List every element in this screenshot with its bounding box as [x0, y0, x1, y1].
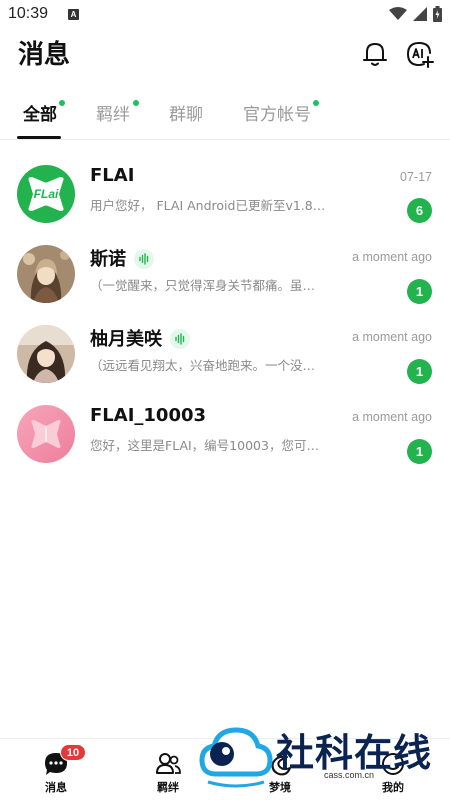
voice-tag-icon	[170, 329, 190, 349]
avatar	[17, 245, 75, 303]
chat-preview: （一觉醒来，只觉得浑身关节都痛。虽然昨晚	[90, 278, 326, 293]
chat-row-sinuo[interactable]: 斯诺 （一觉醒来，只觉得浑身关节都痛。虽然昨晚 a moment ago 1	[0, 237, 450, 317]
chat-row-yuzuki[interactable]: 柚月美咲 （远远看见翔太，兴奋地跑来。一个没站稳 a moment ago 1	[0, 317, 450, 397]
unread-badge: 1	[407, 359, 432, 384]
flai-logo-icon: FLai	[28, 177, 64, 211]
chat-preview: 用户您好， FLAI Android已更新至v1.8.3版本，更新内容	[90, 198, 326, 213]
page-title: 消息	[18, 40, 71, 70]
unread-badge: 6	[407, 198, 432, 223]
chat-name: 柚月美咲	[90, 329, 162, 350]
tab-all-dot	[59, 100, 65, 106]
tab-bar: 全部 羁绊 群聊 官方帐号	[0, 94, 450, 140]
nav-unread-badge: 10	[60, 744, 86, 761]
nav-messages[interactable]: 10 消息	[16, 739, 96, 800]
signal-icon	[413, 7, 427, 21]
chat-name: FLAI	[90, 165, 135, 186]
people-icon	[156, 753, 181, 774]
tab-groups[interactable]: 群聊	[169, 100, 203, 125]
watermark-url: cass.com.cn	[324, 770, 375, 780]
tab-bond[interactable]: 羁绊	[96, 100, 130, 125]
tab-official[interactable]: 官方帐号	[243, 100, 311, 125]
chat-time: 07-17	[400, 170, 432, 184]
watermark-text: 社科在线	[276, 731, 433, 775]
ai-add-icon[interactable]	[406, 40, 434, 68]
chat-preview: 您好，这里是FLAI，编号10003，您可以叫我	[90, 438, 326, 453]
avatar: FLai	[17, 165, 75, 223]
watermark: 社科在线 cass.com.cn	[198, 720, 448, 788]
header: 消息	[0, 30, 450, 76]
chat-row-flai[interactable]: FLai FLAI 用户您好， FLAI Android已更新至v1.8.3版本…	[0, 157, 450, 237]
unread-badge: 1	[407, 279, 432, 304]
tab-all[interactable]: 全部	[23, 100, 57, 125]
character-avatar-icon	[17, 325, 75, 383]
chat-time: a moment ago	[352, 410, 432, 424]
chat-preview: （远远看见翔太，兴奋地跑来。一个没站稳	[90, 358, 326, 373]
status-bar: 10:39 A	[0, 0, 450, 30]
chat-time: a moment ago	[352, 330, 432, 344]
status-time: 10:39	[8, 5, 49, 22]
voice-tag-icon	[134, 249, 154, 269]
wifi-icon	[389, 7, 407, 20]
chat-time: a moment ago	[352, 250, 432, 264]
status-icons	[389, 6, 442, 22]
butterfly-avatar-icon	[17, 405, 75, 463]
avatar	[17, 325, 75, 383]
chat-name: 斯诺	[90, 249, 126, 270]
tab-official-dot	[313, 100, 319, 106]
nav-label: 消息	[45, 781, 67, 794]
nav-bond[interactable]: 羁绊	[128, 739, 208, 800]
notification-a-icon: A	[68, 9, 79, 20]
tab-active-indicator	[17, 136, 61, 139]
nav-label: 羁绊	[157, 781, 179, 794]
character-avatar-icon	[17, 245, 75, 303]
svg-text:FLai: FLai	[34, 187, 59, 201]
battery-icon	[433, 6, 442, 22]
bell-icon[interactable]	[362, 40, 388, 68]
unread-badge: 1	[407, 439, 432, 464]
chat-row-flai-10003[interactable]: FLAI_10003 您好，这里是FLAI，编号10003，您可以叫我 a mo…	[0, 397, 450, 477]
chat-name: FLAI_10003	[90, 405, 207, 426]
tab-bond-dot	[133, 100, 139, 106]
avatar	[17, 405, 75, 463]
watermark-logo-icon	[199, 727, 273, 788]
